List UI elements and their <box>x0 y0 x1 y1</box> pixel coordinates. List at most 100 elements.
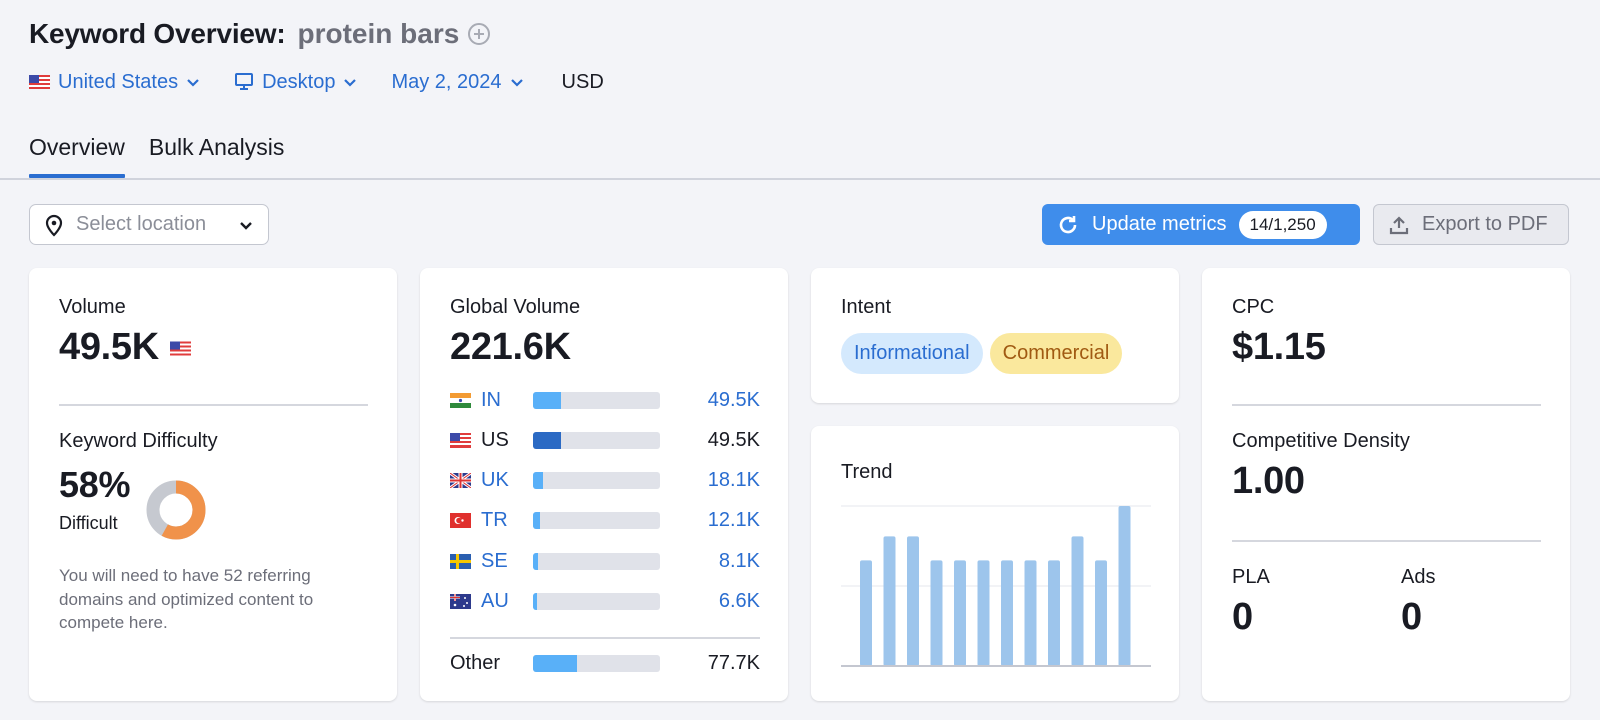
refresh-icon <box>1059 215 1077 233</box>
cpc-label: CPC <box>1232 296 1275 318</box>
date-label: May 2, 2024 <box>391 70 502 93</box>
country-share-fill <box>533 593 538 610</box>
keyword-title: protein bars <box>297 18 460 49</box>
country-volume[interactable]: 12.1K <box>660 509 760 532</box>
country-code[interactable]: IN <box>481 389 533 412</box>
global-volume-card: Global Volume 221.6K IN 49.5K US 49.5K UK 18.… <box>420 268 788 701</box>
divider <box>1232 404 1541 406</box>
trend-bar[interactable] <box>883 536 896 666</box>
ads-value: 0 <box>1401 596 1422 638</box>
competitive-density-label: Competitive Density <box>1232 430 1410 452</box>
trend-bar[interactable] <box>1118 506 1131 666</box>
chevron-down-icon <box>344 79 357 87</box>
difficulty-donut-chart <box>146 480 206 540</box>
pla-label: PLA <box>1232 566 1270 588</box>
date-dropdown[interactable]: May 2, 2024 <box>391 71 523 94</box>
export-pdf-label: Export to PDF <box>1422 213 1548 235</box>
volume-value: 49.5K <box>59 326 159 368</box>
country-share-fill <box>533 552 538 570</box>
country-code[interactable]: UK <box>481 469 533 492</box>
tab-overview[interactable]: Overview <box>29 132 125 178</box>
country-volume[interactable]: 8.1K <box>660 550 760 573</box>
trend-bar[interactable] <box>1048 560 1060 666</box>
page-header: Keyword Overview: protein bars <box>29 16 491 52</box>
update-count-badge: 14/1,250 <box>1238 210 1327 239</box>
country-volume[interactable]: 6.6K <box>660 590 760 613</box>
au-flag-icon <box>450 594 471 609</box>
competitive-density-value: 1.00 <box>1232 460 1305 502</box>
chevron-down-icon <box>187 79 199 87</box>
location-placeholder: Select location <box>76 213 207 235</box>
other-row: Other 77.7K <box>450 649 760 677</box>
other-value: 77.7K <box>707 651 760 674</box>
country-code[interactable]: SE <box>481 550 533 573</box>
country-row-tr: TR 12.1K <box>450 507 760 535</box>
se-flag-icon <box>450 553 471 569</box>
country-code[interactable]: AU <box>481 590 533 613</box>
global-volume-label: Global Volume <box>450 296 581 318</box>
ads-label: Ads <box>1401 566 1436 588</box>
trend-bar[interactable] <box>1024 560 1037 666</box>
global-volume-value: 221.6K <box>450 326 571 368</box>
trend-bar[interactable] <box>860 560 872 666</box>
country-code: US <box>481 428 509 451</box>
keyword-difficulty-value: 58% <box>59 464 131 505</box>
location-select[interactable]: Select location <box>29 204 269 245</box>
country-volume[interactable]: 18.1K <box>660 469 760 492</box>
trend-bar[interactable] <box>930 560 943 666</box>
trend-bar-chart <box>841 505 1151 667</box>
country-share-bar <box>533 593 660 610</box>
intent-card: Intent Informational Commercial <box>811 268 1179 403</box>
trend-card: Trend <box>811 426 1179 701</box>
trend-bar[interactable] <box>954 560 966 666</box>
desktop-icon <box>235 73 254 90</box>
filter-bar: United States Desktop May 2, 2024 USD <box>29 68 604 96</box>
divider <box>59 404 368 406</box>
pla-value: 0 <box>1232 596 1253 638</box>
trend-bar[interactable] <box>1001 560 1013 666</box>
other-bar-fill <box>533 654 578 672</box>
keyword-difficulty-level: Difficult <box>59 513 118 533</box>
us-flag-icon <box>170 341 191 356</box>
us-flag-icon <box>450 432 471 448</box>
country-label: United States <box>58 70 179 93</box>
country-volume[interactable]: 49.5K <box>660 389 760 412</box>
tab-bulk-analysis[interactable]: Bulk Analysis <box>149 132 285 178</box>
uk-flag-icon <box>450 473 471 489</box>
country-share-bar <box>533 391 660 409</box>
upload-icon <box>1389 215 1409 234</box>
export-pdf-button[interactable]: Export to PDF <box>1373 204 1569 245</box>
intent-label: Intent <box>841 296 892 318</box>
country-code[interactable]: TR <box>481 509 533 532</box>
tabs-divider <box>0 178 1600 180</box>
volume-label: Volume <box>59 296 126 318</box>
trend-bar[interactable] <box>907 536 919 666</box>
device-dropdown[interactable]: Desktop <box>234 71 357 94</box>
country-share-fill <box>533 431 562 449</box>
other-bar <box>533 654 660 672</box>
plus-circle-icon[interactable] <box>467 22 491 46</box>
location-pin-icon <box>45 214 63 237</box>
country-volume: 49.5K <box>707 428 760 451</box>
trend-bar[interactable] <box>977 560 990 666</box>
country-row-in: IN 49.5K <box>450 386 760 414</box>
cpc-card: CPC $1.15 Competitive Density 1.00 PLA 0… <box>1202 268 1570 701</box>
tr-flag-icon <box>450 513 471 529</box>
keyword-difficulty-description: You will need to have 52 referring domai… <box>59 566 314 632</box>
trend-bar[interactable] <box>1095 560 1107 666</box>
update-metrics-button[interactable]: Update metrics 14/1,250 <box>1042 204 1360 245</box>
us-flag-icon <box>29 75 50 89</box>
intent-badge-commercial: Commercial <box>989 333 1123 374</box>
country-share-fill <box>533 391 562 409</box>
chevron-down-icon <box>240 221 252 230</box>
country-dropdown[interactable]: United States <box>29 71 200 94</box>
device-label: Desktop <box>262 70 336 93</box>
chevron-down-icon <box>510 79 523 87</box>
trend-bar[interactable] <box>1071 536 1084 666</box>
keyword-difficulty-label: Keyword Difficulty <box>59 430 218 452</box>
trend-label: Trend <box>841 461 893 483</box>
update-metrics-label: Update metrics <box>1092 213 1227 235</box>
country-share-fill <box>533 472 544 490</box>
country-row-uk: UK 18.1K <box>450 467 760 495</box>
country-share-bar <box>533 512 660 530</box>
